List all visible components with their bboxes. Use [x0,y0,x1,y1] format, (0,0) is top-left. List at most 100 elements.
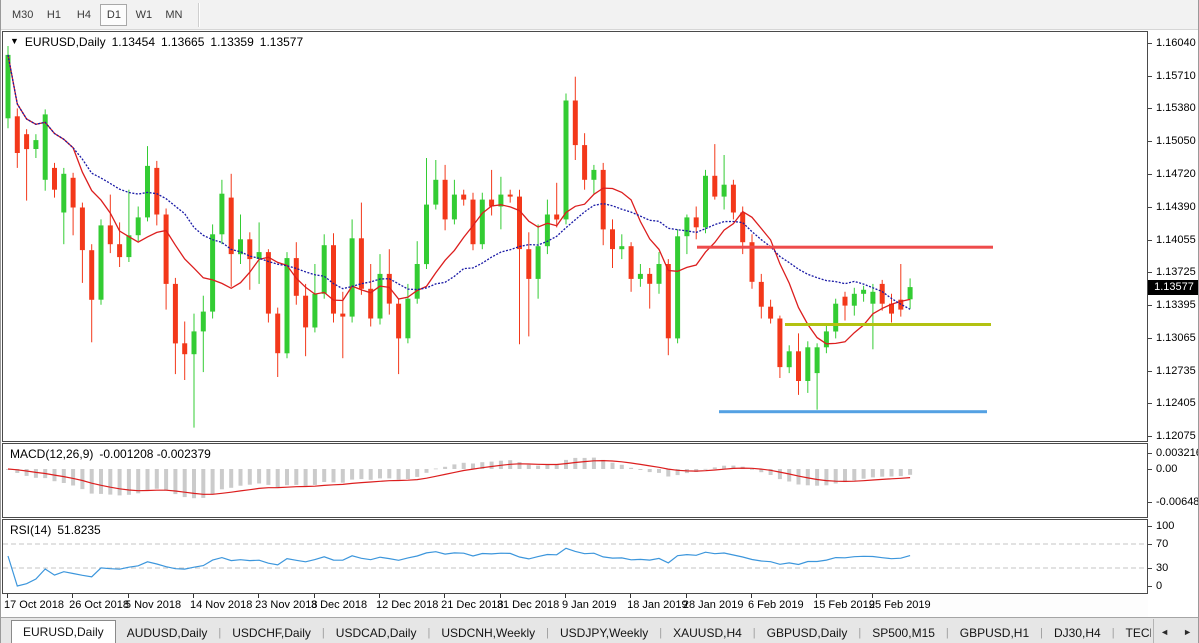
chart-tab-bar: EURUSD,DailyAUDUSD,Daily|USDCHF,Daily|US… [1,617,1199,643]
tab-gbpusd-h1[interactable]: GBPUSD,H1 [949,623,1040,643]
timeframe-button-mn[interactable]: MN [160,4,187,26]
chart-symbol-label: EURUSD,Daily [25,35,106,49]
timeframe-buttons: M30H1H4D1W1MN [8,4,190,26]
timeframe-toolbar: M30H1H4D1W1MN [1,0,1199,30]
price-scale-label: 1.14720 [1156,168,1196,181]
price-scale-label: 1.15710 [1156,70,1196,83]
rsi-chart-canvas[interactable] [3,520,1147,593]
price-scale-tick [1148,272,1152,273]
rsi-indicator-panel[interactable]: RSI(14) 51.8235 [2,519,1148,594]
date-axis-tick [500,594,501,598]
date-axis-label: 18 Jan 2019 [627,599,688,611]
candles-layer [6,46,913,428]
date-axis-label: 31 Dec 2018 [497,599,559,611]
price-scale-tick [1148,436,1152,437]
chart-low-value: 1.13359 [210,35,253,49]
date-axis-label: 5 Nov 2018 [125,599,181,611]
tab-usdchf-daily[interactable]: USDCHF,Daily [221,623,322,643]
price-scale-label: 1.14390 [1156,201,1196,214]
date-axis-label: 26 Oct 2018 [69,599,129,611]
macd-signal-line [8,461,910,495]
macd-scale-label: 0.003216 [1156,447,1199,460]
pivot-line[interactable] [785,323,991,326]
trading-platform-window: M30H1H4D1W1MN ▼ EURUSD,Daily 1.13454 1.1… [0,0,1199,643]
date-axis-tick [258,594,259,598]
price-scale[interactable]: 1.13577 1.160401.157101.153801.150501.14… [1148,31,1199,594]
tab-gbpusd-daily[interactable]: GBPUSD,Daily [756,623,859,643]
date-axis-label: 17 Oct 2018 [4,599,64,611]
rsi-scale-label: 70 [1156,538,1168,551]
price-scale-label: 1.13065 [1156,332,1196,345]
tab-scroll-arrows: ◄ ► [1153,619,1199,643]
date-axis-tick [7,594,8,598]
date-axis-label: 21 Dec 2018 [441,599,503,611]
timeframe-button-h1[interactable]: H1 [40,4,67,26]
resistance-line[interactable] [697,246,993,249]
tab-audusd-daily[interactable]: AUDUSD,Daily [116,623,219,643]
date-axis-label: 3 Dec 2018 [311,599,367,611]
macd-indicator-panel[interactable]: MACD(12,26,9) -0.001208 -0.002379 [2,443,1148,518]
macd-histogram [6,458,912,499]
date-axis-label: 6 Feb 2019 [748,599,804,611]
date-axis-tick [751,594,752,598]
chart-high-value: 1.13665 [161,35,204,49]
tab-xauusd-h4[interactable]: XAUUSD,H4 [662,623,753,643]
date-axis-tick [630,594,631,598]
timeframe-button-h4[interactable]: H4 [70,4,97,26]
date-axis-label: 25 Feb 2019 [869,599,931,611]
tab-dj30-h4[interactable]: DJ30,H4 [1043,623,1112,643]
price-scale-label: 1.15380 [1156,102,1196,115]
price-scale-tick [1148,371,1152,372]
rsi-scale-tick [1148,526,1152,527]
macd-name: MACD(12,26,9) [10,447,93,461]
price-scale-tick [1148,43,1152,44]
price-scale-label: 1.14055 [1156,234,1196,247]
tab-usdcnh-weekly[interactable]: USDCNH,Weekly [430,623,546,643]
price-scale-tick [1148,76,1152,77]
date-axis-label: 15 Feb 2019 [813,599,875,611]
price-chart-panel[interactable]: ▼ EURUSD,Daily 1.13454 1.13665 1.13359 1… [2,31,1148,442]
price-scale-tick [1148,108,1152,109]
tab-sp500-m15[interactable]: SP500,M15 [861,623,946,643]
date-axis-tick [444,594,445,598]
tabs-scroll-right-icon[interactable]: ► [1183,627,1192,637]
date-axis-label: 23 Nov 2018 [255,599,317,611]
price-scale-label: 1.13395 [1156,299,1196,312]
tabs-scroll-left-icon[interactable]: ◄ [1160,627,1169,637]
rsi-label: RSI(14) 51.8235 [10,523,107,537]
timeframe-button-m30[interactable]: M30 [8,4,37,26]
price-scale-tick [1148,207,1152,208]
rsi-name: RSI(14) [10,523,51,537]
candlestick-chart-canvas[interactable] [3,32,1147,441]
tab-eurusd-daily[interactable]: EURUSD,Daily [11,620,116,643]
price-scale-tick [1148,305,1152,306]
rsi-scale-label: 30 [1156,562,1168,575]
price-scale-tick [1148,403,1152,404]
macd-label: MACD(12,26,9) -0.001208 -0.002379 [10,447,217,461]
date-axis-tick [686,594,687,598]
rsi-scale-tick [1148,544,1152,545]
timeframe-button-w1[interactable]: W1 [130,4,157,26]
tab-usdjpy-weekly[interactable]: USDJPY,Weekly [549,623,659,643]
date-axis[interactable]: 17 Oct 2018 26 Oct 20185 Nov 2018 14 Nov 2… [2,594,1148,617]
price-scale-label: 1.12075 [1156,430,1196,443]
price-scale-tick [1148,240,1152,241]
support-line[interactable] [719,410,987,413]
tab-tech100-h[interactable]: TECH100,H [1115,623,1151,643]
price-scale-label: 1.12735 [1156,365,1196,378]
date-axis-label: 14 Nov 2018 [190,599,252,611]
chart-dropdown-icon[interactable]: ▼ [10,36,19,50]
timeframe-button-d1[interactable]: D1 [100,4,127,26]
price-scale-tick [1148,141,1152,142]
macd-scale-tick [1148,453,1152,454]
tab-usdcad-daily[interactable]: USDCAD,Daily [325,623,428,643]
date-axis-tick [314,594,315,598]
rsi-scale-tick [1148,586,1152,587]
rsi-scale-tick [1148,568,1152,569]
price-scale-label: 1.16040 [1156,37,1196,50]
chart-tabs: EURUSD,DailyAUDUSD,Daily|USDCHF,Daily|US… [1,617,1151,643]
price-scale-label: 1.12405 [1156,397,1196,410]
date-axis-label: 9 Jan 2019 [562,599,616,611]
macd-scale-tick [1148,502,1152,503]
ma-fast-line [8,55,910,344]
